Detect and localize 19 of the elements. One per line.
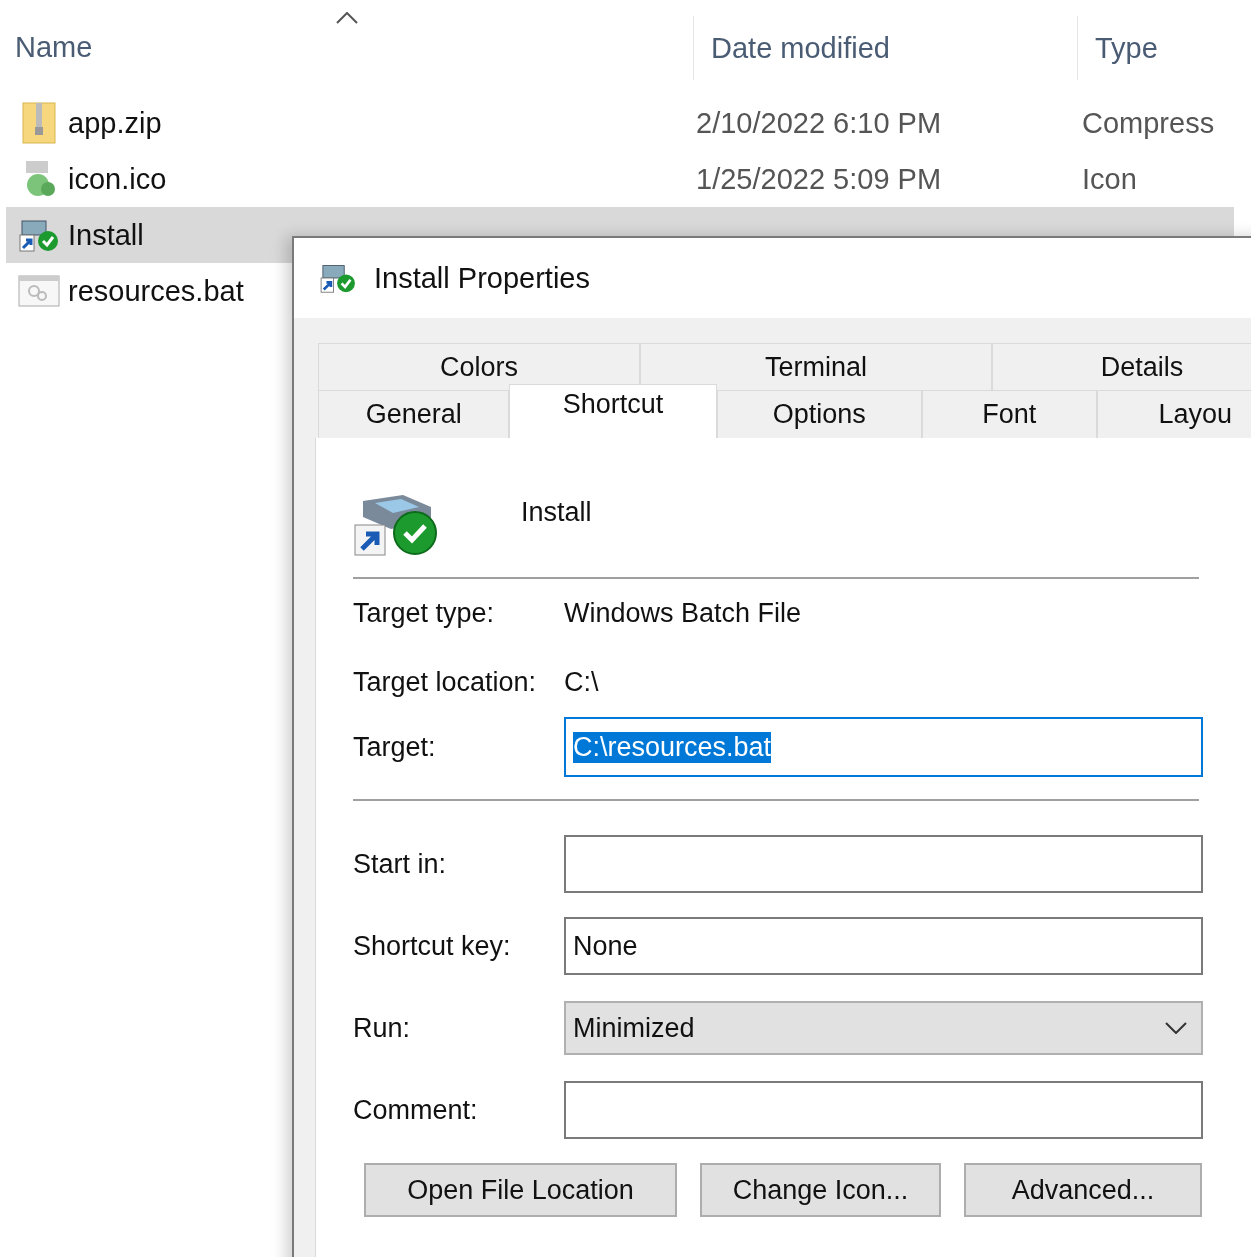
field-label: Run: — [353, 1012, 412, 1044]
file-date: 2/10/2022 6:10 PM — [696, 106, 943, 140]
file-name: Install — [68, 218, 144, 252]
field-value: C:\ — [564, 667, 600, 698]
field-label: Comment: — [353, 1094, 479, 1126]
file-name: app.zip — [68, 106, 162, 140]
field-label: Start in: — [353, 848, 448, 880]
file-type: Icon — [1082, 162, 1137, 196]
field-label: Target: — [353, 731, 437, 763]
field-value: Windows Batch File — [564, 598, 803, 629]
file-date: 1/25/2022 5:09 PM — [696, 162, 943, 196]
file-type: Compress — [1082, 106, 1215, 140]
shortcut-name: Install — [521, 497, 592, 528]
dialog-title: Install Properties — [374, 261, 590, 295]
file-name: resources.bat — [68, 274, 244, 308]
field-label: Target location: — [353, 667, 538, 698]
file-name: icon.ico — [68, 162, 167, 196]
field-label: Shortcut key: — [353, 930, 512, 962]
field-label: Target type: — [353, 598, 496, 629]
